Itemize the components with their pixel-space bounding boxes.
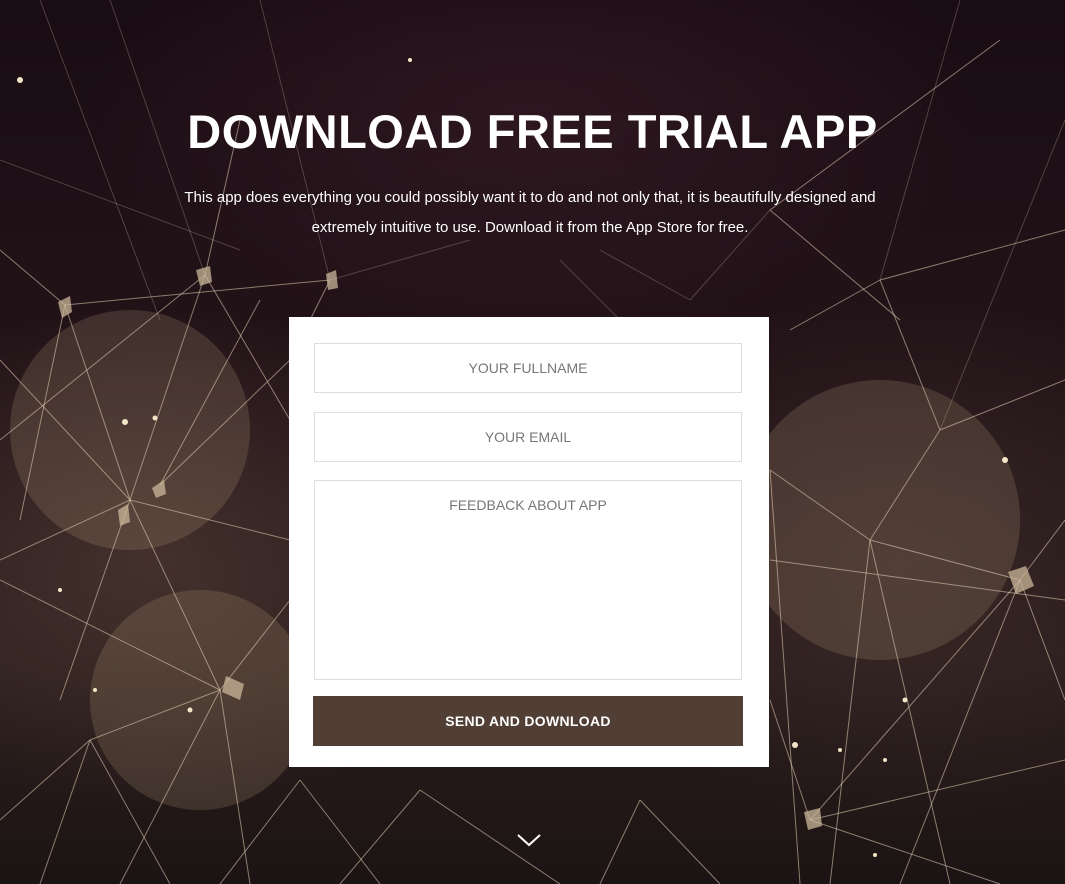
fullname-input[interactable] bbox=[314, 343, 742, 393]
page-title: DOWNLOAD FREE TRIAL APP bbox=[187, 105, 878, 158]
scroll-down-button[interactable] bbox=[515, 830, 543, 850]
hero-section: DOWNLOAD FREE TRIAL APP This app does ev… bbox=[0, 0, 1065, 884]
page-subtitle: This app does everything you could possi… bbox=[184, 189, 876, 236]
download-form: SEND AND DOWNLOAD bbox=[289, 317, 769, 767]
feedback-textarea[interactable] bbox=[314, 480, 742, 680]
email-input[interactable] bbox=[314, 412, 742, 462]
chevron-down-icon bbox=[517, 834, 541, 847]
send-and-download-button[interactable]: SEND AND DOWNLOAD bbox=[313, 696, 743, 746]
